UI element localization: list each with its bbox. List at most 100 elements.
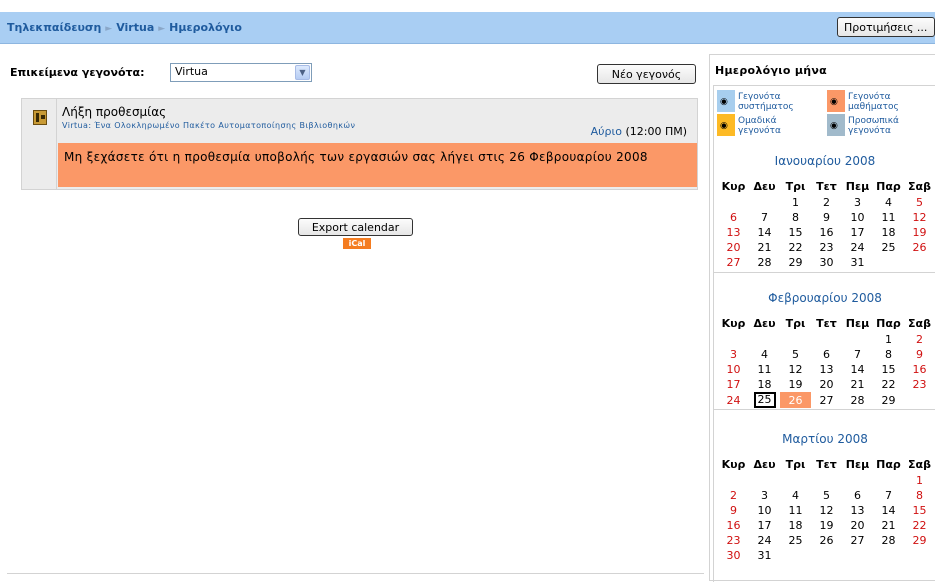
calendar-day[interactable]: 16: [904, 362, 935, 377]
calendar-day[interactable]: 14: [873, 503, 904, 518]
calendar-day[interactable]: 30: [718, 548, 749, 563]
new-event-button[interactable]: Νέο γεγονός: [597, 64, 696, 84]
month-title-link[interactable]: Μαρτίου 2008: [714, 432, 935, 446]
calendar-day[interactable]: 18: [873, 225, 904, 240]
calendar-day[interactable]: 4: [780, 488, 811, 503]
calendar-day[interactable]: 10: [749, 503, 780, 518]
calendar-day[interactable]: 26: [904, 240, 935, 255]
calendar-day[interactable]: 17: [842, 225, 873, 240]
calendar-day[interactable]: 8: [873, 347, 904, 362]
calendar-day[interactable]: 3: [842, 195, 873, 210]
calendar-day[interactable]: 11: [749, 362, 780, 377]
calendar-day[interactable]: 3: [749, 488, 780, 503]
calendar-day[interactable]: 16: [811, 225, 842, 240]
calendar-day[interactable]: 6: [842, 488, 873, 503]
calendar-day[interactable]: 20: [811, 377, 842, 392]
calendar-day[interactable]: 10: [718, 362, 749, 377]
calendar-day[interactable]: 9: [718, 503, 749, 518]
calendar-day[interactable]: 21: [842, 377, 873, 392]
calendar-day[interactable]: 12: [780, 362, 811, 377]
calendar-day[interactable]: 19: [904, 225, 935, 240]
breadcrumb-home-link[interactable]: Τηλεκπαίδευση: [7, 21, 101, 34]
calendar-day[interactable]: 26: [811, 533, 842, 548]
calendar-day[interactable]: 30: [811, 255, 842, 270]
calendar-day[interactable]: 15: [873, 362, 904, 377]
calendar-day[interactable]: 14: [749, 225, 780, 240]
calendar-day[interactable]: 20: [842, 518, 873, 533]
calendar-day[interactable]: 2: [811, 195, 842, 210]
calendar-day[interactable]: 21: [873, 518, 904, 533]
calendar-day[interactable]: 4: [873, 195, 904, 210]
calendar-day[interactable]: 22: [873, 377, 904, 392]
calendar-day[interactable]: 16: [718, 518, 749, 533]
calendar-day[interactable]: 15: [904, 503, 935, 518]
calendar-day[interactable]: 13: [842, 503, 873, 518]
calendar-day[interactable]: 13: [718, 225, 749, 240]
calendar-day[interactable]: 19: [811, 518, 842, 533]
calendar-day[interactable]: 12: [811, 503, 842, 518]
calendar-day[interactable]: 11: [873, 210, 904, 225]
calendar-day[interactable]: 4: [749, 347, 780, 362]
calendar-day[interactable]: 13: [811, 362, 842, 377]
calendar-day[interactable]: 22: [780, 240, 811, 255]
calendar-day[interactable]: 8: [904, 488, 935, 503]
calendar-day[interactable]: 23: [904, 377, 935, 392]
calendar-day[interactable]: 5: [811, 488, 842, 503]
calendar-day[interactable]: 7: [749, 210, 780, 225]
calendar-day[interactable]: 21: [749, 240, 780, 255]
calendar-day[interactable]: 31: [749, 548, 780, 563]
calendar-day[interactable]: 22: [904, 518, 935, 533]
calendar-day[interactable]: 11: [780, 503, 811, 518]
calendar-day[interactable]: 2: [904, 332, 935, 347]
calendar-day[interactable]: 10: [842, 210, 873, 225]
calendar-day[interactable]: 19: [780, 377, 811, 392]
calendar-day[interactable]: 26: [780, 392, 811, 408]
calendar-day[interactable]: 8: [780, 210, 811, 225]
calendar-day[interactable]: 29: [780, 255, 811, 270]
chevron-down-icon[interactable]: ▼: [295, 65, 310, 80]
calendar-day[interactable]: 25: [749, 392, 780, 408]
calendar-day[interactable]: 18: [780, 518, 811, 533]
calendar-day[interactable]: 6: [811, 347, 842, 362]
course-filter-select[interactable]: Virtua ▼: [170, 63, 312, 82]
calendar-day[interactable]: 20: [718, 240, 749, 255]
calendar-day[interactable]: 7: [873, 488, 904, 503]
calendar-day[interactable]: 17: [749, 518, 780, 533]
calendar-day[interactable]: 1: [904, 473, 935, 488]
calendar-day[interactable]: 2: [718, 488, 749, 503]
calendar-day[interactable]: 24: [842, 240, 873, 255]
event-course-link[interactable]: Virtua: Ένα Ολοκληρωμένο Πακέτο Αυτοματο…: [62, 121, 355, 130]
calendar-day[interactable]: 24: [718, 392, 749, 408]
calendar-day[interactable]: 5: [780, 347, 811, 362]
ical-link[interactable]: iCal: [343, 238, 371, 249]
calendar-day[interactable]: 25: [873, 240, 904, 255]
calendar-day[interactable]: 31: [842, 255, 873, 270]
month-title-link[interactable]: Ιανουαρίου 2008: [714, 154, 935, 168]
calendar-day[interactable]: 27: [718, 255, 749, 270]
calendar-day[interactable]: 3: [718, 347, 749, 362]
calendar-day[interactable]: 9: [811, 210, 842, 225]
calendar-day[interactable]: 28: [873, 533, 904, 548]
calendar-day[interactable]: 23: [811, 240, 842, 255]
today-marker[interactable]: 25: [753, 392, 776, 408]
calendar-day[interactable]: 6: [718, 210, 749, 225]
calendar-day[interactable]: 7: [842, 347, 873, 362]
calendar-day[interactable]: 9: [904, 347, 935, 362]
event-day-link[interactable]: Αύριο: [591, 125, 622, 138]
calendar-day[interactable]: 28: [749, 255, 780, 270]
calendar-day[interactable]: 18: [749, 377, 780, 392]
calendar-day[interactable]: 12: [904, 210, 935, 225]
calendar-day[interactable]: 29: [904, 533, 935, 548]
calendar-day[interactable]: 5: [904, 195, 935, 210]
calendar-day[interactable]: 1: [873, 332, 904, 347]
calendar-day[interactable]: 25: [780, 533, 811, 548]
calendar-day[interactable]: 28: [842, 392, 873, 408]
calendar-day[interactable]: 29: [873, 392, 904, 408]
export-calendar-button[interactable]: Export calendar: [298, 218, 413, 236]
preferences-button[interactable]: Προτιμήσεις ...: [837, 17, 935, 37]
calendar-day[interactable]: 17: [718, 377, 749, 392]
calendar-day[interactable]: 23: [718, 533, 749, 548]
calendar-day[interactable]: 1: [780, 195, 811, 210]
calendar-day[interactable]: 27: [811, 392, 842, 408]
calendar-day[interactable]: 24: [749, 533, 780, 548]
